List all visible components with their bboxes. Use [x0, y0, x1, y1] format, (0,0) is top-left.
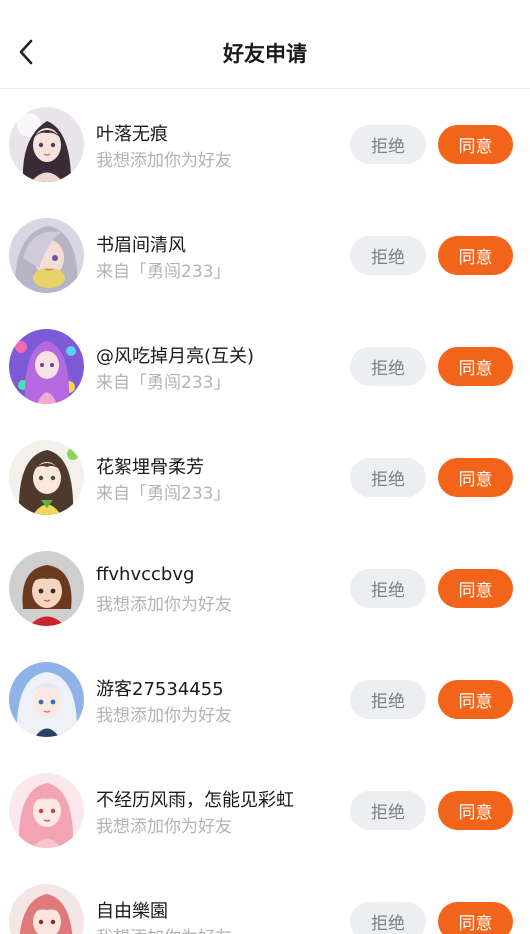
- request-message: 我想添加你为好友: [96, 151, 232, 171]
- app-header: 好友申请: [0, 0, 530, 89]
- accept-button[interactable]: 同意: [438, 236, 513, 275]
- request-row: 叶落无痕 我想添加你为好友 拒绝 同意: [0, 89, 530, 200]
- request-row: ffvhvccbvg 我想添加你为好友 拒绝 同意: [0, 533, 530, 644]
- accept-button[interactable]: 同意: [438, 347, 513, 386]
- request-row: 不经历风雨，怎能见彩虹 我想添加你为好友 拒绝 同意: [0, 755, 530, 866]
- avatar[interactable]: [9, 773, 84, 848]
- anime-girl-brown-hair-avatar: [9, 440, 84, 515]
- request-name: 叶落无痕: [96, 124, 168, 145]
- request-name: ffvhvccbvg: [96, 564, 195, 585]
- request-row: 花絮埋骨柔芳 来自「勇闯233」 拒绝 同意: [0, 422, 530, 533]
- avatar[interactable]: [9, 884, 84, 934]
- request-message: 我想添加你为好友: [96, 595, 232, 615]
- request-row: 书眉间清风 来自「勇闯233」 拒绝 同意: [0, 200, 530, 311]
- friend-request-list: 叶落无痕 我想添加你为好友 拒绝 同意 书眉间清风 来自「勇闯233」 拒绝 同…: [0, 89, 530, 934]
- page-title: 好友申请: [223, 42, 307, 66]
- anime-girl-purple-hair-avatar: [9, 329, 84, 404]
- accept-button[interactable]: 同意: [438, 680, 513, 719]
- request-message: 我想添加你为好友: [96, 817, 232, 837]
- request-message: 来自「勇闯233」: [96, 484, 231, 504]
- avatar[interactable]: [9, 107, 84, 182]
- request-name: 自由樂園: [96, 901, 168, 922]
- reject-button[interactable]: 拒绝: [350, 458, 426, 497]
- anime-girl-pink-hair-avatar: [9, 773, 84, 848]
- anime-girl-dark-hair-avatar: [9, 107, 84, 182]
- request-row: @风吃掉月亮(互关) 来自「勇闯233」 拒绝 同意: [0, 311, 530, 422]
- request-message: 我想添加你为好友: [96, 923, 232, 934]
- anime-girl-silver-hair-avatar: [9, 218, 84, 293]
- accept-button[interactable]: 同意: [438, 125, 513, 164]
- avatar[interactable]: [9, 440, 84, 515]
- reject-button[interactable]: 拒绝: [350, 347, 426, 386]
- reject-button[interactable]: 拒绝: [350, 236, 426, 275]
- reject-button[interactable]: 拒绝: [350, 569, 426, 608]
- accept-button[interactable]: 同意: [438, 791, 513, 830]
- cartoon-girl-short-hair-avatar: [9, 551, 84, 626]
- accept-button[interactable]: 同意: [438, 458, 513, 497]
- request-row: 自由樂園 我想添加你为好友 拒绝 同意: [0, 866, 530, 934]
- request-name: 花絮埋骨柔芳: [96, 457, 204, 478]
- request-name: 游客27534455: [96, 679, 224, 700]
- request-message: 来自「勇闯233」: [96, 373, 231, 393]
- accept-button[interactable]: 同意: [438, 569, 513, 608]
- reject-button[interactable]: 拒绝: [350, 680, 426, 719]
- request-message: 我想添加你为好友: [96, 706, 232, 726]
- request-row: 游客27534455 我想添加你为好友 拒绝 同意: [0, 644, 530, 755]
- request-name: @风吃掉月亮(互关): [96, 346, 255, 367]
- request-name: 书眉间清风: [96, 235, 186, 256]
- avatar[interactable]: [9, 329, 84, 404]
- reject-button[interactable]: 拒绝: [350, 791, 426, 830]
- anime-girl-white-hair-avatar: [9, 662, 84, 737]
- accept-button[interactable]: 同意: [438, 902, 513, 934]
- request-message: 来自「勇闯233」: [96, 262, 231, 282]
- reject-button[interactable]: 拒绝: [350, 125, 426, 164]
- request-name: 不经历风雨，怎能见彩虹: [96, 790, 294, 811]
- reject-button[interactable]: 拒绝: [350, 902, 426, 934]
- avatar[interactable]: [9, 218, 84, 293]
- avatar[interactable]: [9, 662, 84, 737]
- anime-girl-red-hair-avatar: [9, 884, 84, 934]
- avatar[interactable]: [9, 551, 84, 626]
